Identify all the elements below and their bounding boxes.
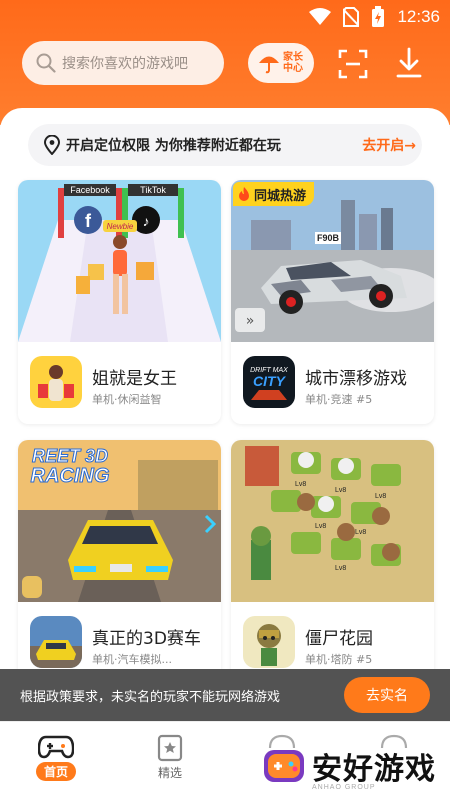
status-time: 12:36 — [397, 7, 440, 26]
game-tags: 单机·汽车模拟... — [92, 653, 172, 666]
umbrella-icon — [259, 56, 279, 74]
parent-center-button[interactable]: 家长中心 — [248, 43, 314, 83]
game-icon — [30, 616, 82, 668]
nav-home[interactable]: 首页 — [26, 734, 86, 781]
download-icon[interactable] — [394, 46, 424, 80]
game-title: 真正的3D赛车 — [92, 629, 201, 649]
enable-location-link[interactable]: 去开启→ — [362, 135, 416, 155]
gamepad-icon — [38, 735, 74, 759]
game-cover-image: F90B » 同城热游 — [231, 180, 434, 342]
art-label: TikTok — [140, 185, 166, 195]
hot-badge-label: 同城热游 — [254, 188, 307, 204]
svg-text:f: f — [85, 211, 92, 231]
watermark-logo-icon — [264, 750, 304, 782]
art-label: F90B — [317, 233, 340, 243]
nav-home-label: 首页 — [35, 762, 76, 781]
search-icon — [36, 53, 56, 73]
game-icon — [30, 356, 82, 408]
game-card[interactable]: Lv8 Lv8 Lv8 Lv8 Lv8 Lv8 僵尸花园 单机·塔防 #5 — [231, 440, 434, 684]
art-label: Lv8 — [315, 523, 326, 530]
hot-badge: 同城热游 — [233, 182, 315, 206]
game-card[interactable]: REET 3D RACING 真正的3D赛车 单机·汽车模拟... — [18, 440, 221, 684]
verify-real-name-button[interactable]: 去实名 — [344, 677, 430, 713]
game-cover-image: REET 3D RACING — [18, 440, 221, 602]
location-pin-icon — [44, 135, 60, 155]
game-icon: DRIFT MAX CITY — [243, 356, 295, 408]
art-label: Lv8 — [375, 493, 386, 500]
fire-icon — [239, 187, 249, 201]
search-input[interactable]: 搜索你喜欢的游戏吧 — [22, 41, 224, 85]
location-prompt-text: 开启定位权限 为你推荐附近都在玩 — [66, 138, 281, 154]
watermark: 安好游戏 — [262, 744, 436, 788]
icon-label: CITY — [253, 373, 287, 389]
search-placeholder: 搜索你喜欢的游戏吧 — [62, 56, 188, 72]
game-tags: 单机·竞速 #5 — [305, 393, 373, 406]
svg-text:»: » — [246, 313, 255, 329]
game-card[interactable]: Facebook TikTok f ♪ Newbie 姐就是女王 单机·休闲益智 — [18, 180, 221, 424]
art-label: Lv8 — [335, 487, 346, 494]
nav-featured[interactable]: 精选 — [140, 734, 200, 781]
art-label: Facebook — [70, 185, 110, 195]
art-label: REET 3D — [32, 446, 108, 466]
no-sim-icon — [343, 7, 360, 27]
parent-center-label: 家长中心 — [283, 52, 303, 74]
wifi-icon — [309, 8, 332, 25]
app-header: 12:36 搜索你喜欢的游戏吧 家长中心 — [0, 0, 450, 125]
nav-featured-label: 精选 — [157, 766, 182, 780]
toast-message: 根据政策要求，未实名的玩家不能玩网络游戏 — [20, 689, 281, 705]
status-bar: 12:36 — [0, 0, 450, 34]
game-tags: 单机·塔防 #5 — [305, 653, 373, 666]
art-label: Newbie — [107, 222, 134, 231]
battery-charging-icon — [372, 6, 385, 27]
game-cover-image: Facebook TikTok f ♪ Newbie — [18, 180, 221, 342]
star-bookmark-icon — [157, 734, 183, 762]
game-title: 姐就是女王 — [92, 369, 177, 389]
game-icon — [243, 616, 295, 668]
art-label: Lv8 — [295, 481, 306, 488]
game-title: 城市漂移游戏 — [305, 369, 407, 389]
game-tags: 单机·休闲益智 — [92, 393, 162, 406]
watermark-text: 安好游戏 — [312, 752, 436, 787]
game-title: 僵尸花园 — [305, 629, 373, 649]
art-label: Lv8 — [335, 565, 346, 572]
svg-text:♪: ♪ — [143, 213, 150, 229]
game-card[interactable]: F90B » 同城热游 DRIFT MAX CITY 城市漂移游戏 单机·竞速 #… — [231, 180, 434, 424]
scan-icon[interactable] — [337, 48, 369, 80]
art-label: RACING — [31, 465, 110, 487]
watermark-subtext: ANHAO GROUP — [312, 784, 376, 791]
game-cover-image: Lv8 Lv8 Lv8 Lv8 Lv8 Lv8 — [231, 440, 434, 602]
art-label: Lv8 — [355, 529, 366, 536]
